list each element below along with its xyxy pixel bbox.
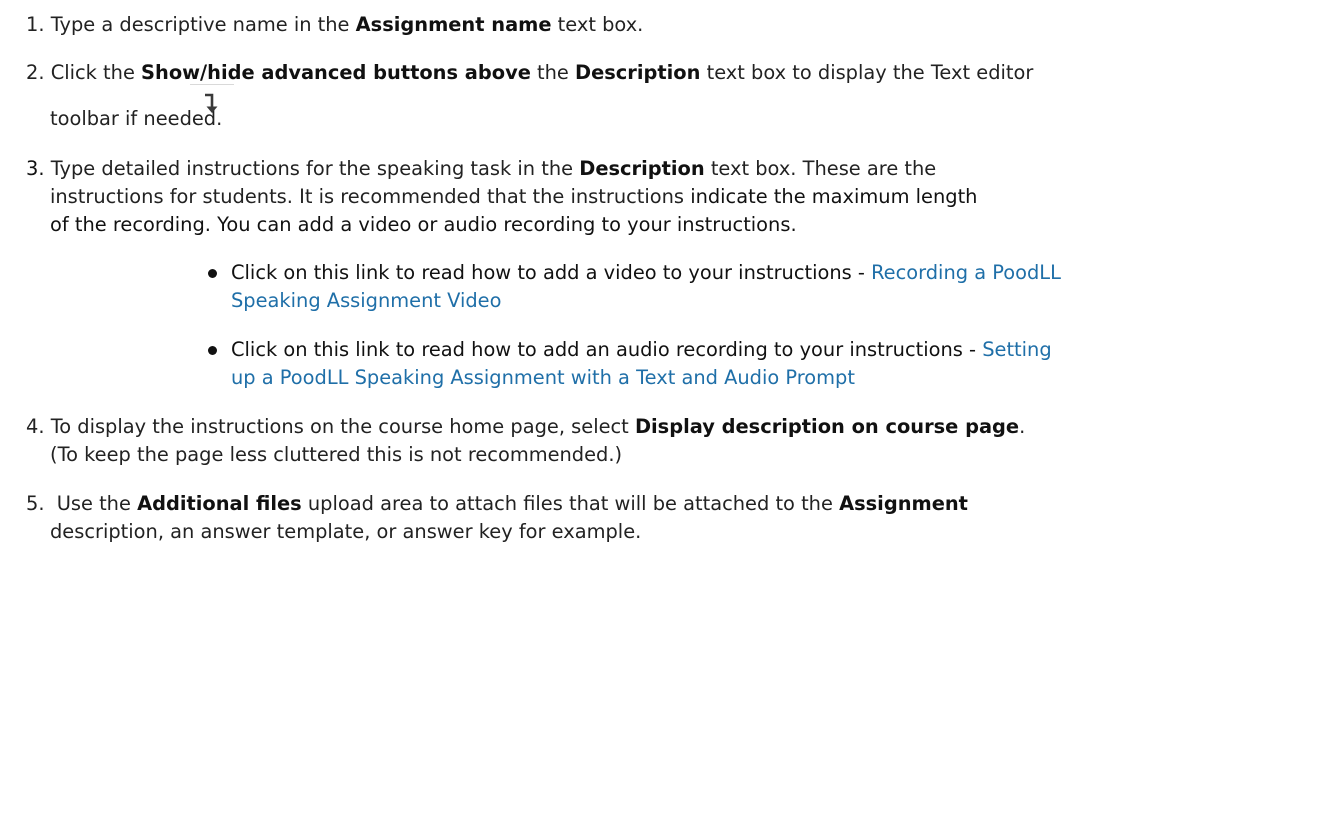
show-hide-advanced-label: Show/hide advanced buttons above: [141, 61, 531, 84]
step-5-text-b: upload area to attach files that will be…: [301, 492, 840, 515]
bullet-2-line-2: up a PoodLL Speaking Assignment with a T…: [231, 366, 855, 390]
bullet-1-line-2: Speaking Assignment Video: [231, 289, 501, 313]
step-4-number: 4.: [26, 415, 45, 438]
recording-video-link-continued[interactable]: Speaking Assignment Video: [231, 289, 501, 312]
description-label: Description: [575, 61, 701, 84]
assignment-name-label: Assignment name: [355, 13, 552, 36]
show-hide-toolbar-button: [190, 84, 234, 124]
step-2-text-c: text box to display the Text editor: [700, 61, 1034, 84]
step-4-text-b: .: [1019, 415, 1026, 438]
step-3-line-1: 3. Type detailed instructions for the sp…: [26, 157, 936, 181]
step-5: 5. Use the Additional files upload area …: [26, 492, 968, 516]
step-3-number: 3.: [26, 157, 45, 180]
step-4: 4. To display the instructions on the co…: [26, 415, 1025, 439]
step-2-number: 2.: [26, 61, 45, 84]
step-2-text-a: Click the: [50, 61, 142, 84]
recording-video-link[interactable]: Recording a PoodLL: [871, 261, 1061, 284]
bullet-1-line-1: Click on this link to read how to add a …: [231, 261, 1061, 285]
arrow-down-icon: [205, 93, 218, 113]
step-3-text-b: text box. These are the: [704, 157, 937, 180]
step-5-number: 5.: [26, 492, 45, 515]
bullet-1-text: Click on this link to read how to add a …: [231, 261, 872, 284]
step-2: 2. Click the Show/hide advanced buttons …: [26, 61, 1033, 85]
bullet-2-line-1: Click on this link to read how to add an…: [231, 338, 1052, 362]
bullet-dot: [208, 346, 217, 355]
step-3-line-3: of the recording. You can add a video or…: [50, 213, 797, 236]
display-description-label: Display description on course page: [634, 415, 1020, 438]
assignment-label: Assignment: [839, 492, 968, 515]
description-label: Description: [579, 157, 705, 180]
step-1-text-b: text box.: [551, 13, 644, 36]
additional-files-label: Additional files: [137, 492, 302, 515]
step-3-text-a: Type detailed instructions for the speak…: [50, 157, 580, 180]
step-1-text-a: Type a descriptive name in the: [50, 13, 356, 36]
step-2-text-b: the: [530, 61, 576, 84]
step-3-text-d: indicate the maximum length: [690, 185, 978, 208]
step-1: 1. Type a descriptive name in the Assign…: [26, 13, 643, 37]
step-1-number: 1.: [26, 13, 45, 36]
step-5-text-a: Use the: [56, 492, 138, 515]
bullet-dot: [208, 269, 217, 278]
step-3-text-c: instructions for students. It is recomme…: [50, 185, 691, 208]
audio-prompt-link[interactable]: Setting: [982, 338, 1051, 361]
step-5-continued: description, an answer template, or answ…: [50, 520, 642, 543]
step-3-line-2: instructions for students. It is recomme…: [50, 185, 977, 209]
step-4-continued: (To keep the page less cluttered this is…: [50, 443, 623, 466]
audio-prompt-link-continued[interactable]: up a PoodLL Speaking Assignment with a T…: [231, 366, 855, 389]
step-4-text-a: To display the instructions on the cours…: [50, 415, 635, 438]
bullet-2-text: Click on this link to read how to add an…: [231, 338, 983, 361]
